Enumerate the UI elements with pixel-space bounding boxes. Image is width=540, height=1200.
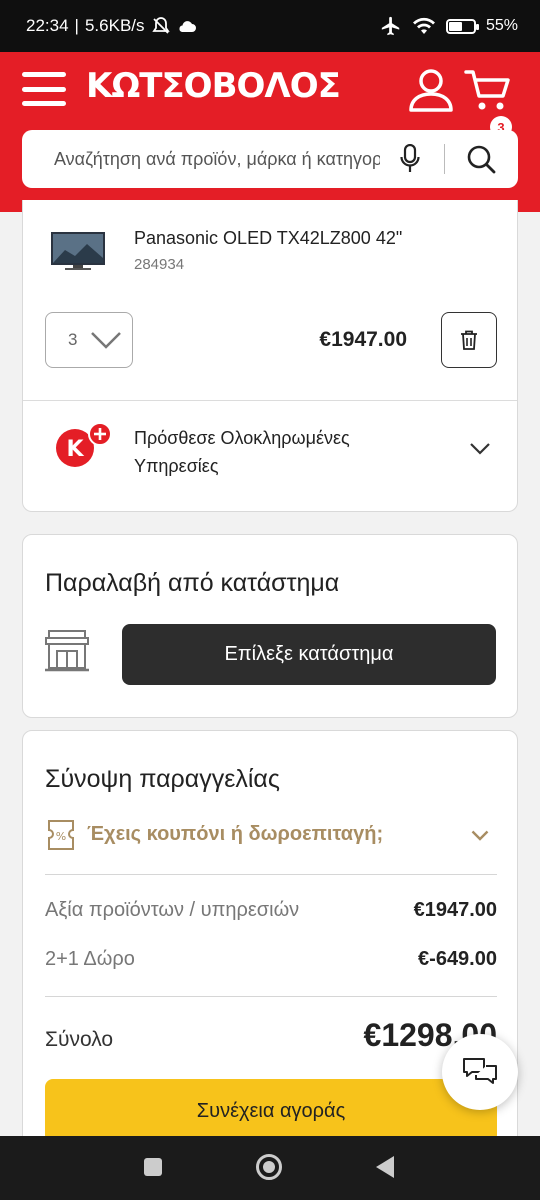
trash-icon: [461, 330, 477, 350]
chevron-down-icon: [91, 332, 121, 349]
summary-divider: [45, 874, 497, 875]
summary-row-label: Αξία προϊόντων / υπηρεσιών: [45, 899, 300, 921]
status-bar: 22:34 | 5.6KB/s 55%: [0, 0, 540, 52]
wifi-icon: [412, 17, 435, 34]
summary-total-row: Σύνολο €1298.00: [45, 1017, 497, 1054]
site-header: ΚΩΤΣΟΒΟΛΟΣ 3: [0, 52, 540, 212]
search-icon[interactable]: [466, 144, 496, 174]
summary-row-subtotal: Αξία προϊόντων / υπηρεσιών €1947.00: [45, 899, 497, 922]
total-label: Σύνολο: [45, 1028, 114, 1051]
cloud-icon: [178, 21, 196, 32]
order-summary-card: Σύνοψη παραγγελίας % Έχεις κουπόνι ή δωρ…: [22, 730, 518, 1150]
svg-text:%: %: [56, 830, 66, 843]
chat-button[interactable]: [442, 1034, 518, 1110]
continue-checkout-button[interactable]: Συνέχεια αγοράς: [45, 1079, 497, 1143]
brand-logo[interactable]: ΚΩΤΣΟΒΟΛΟΣ: [86, 66, 341, 106]
remove-item-button[interactable]: [441, 312, 497, 368]
product-price: €1947.00: [319, 328, 407, 351]
summary-row-label: 2+1 Δώρο: [45, 948, 135, 970]
coupon-toggle[interactable]: Έχεις κουπόνι ή δωροεπιταγή;: [87, 823, 383, 846]
add-services-toggle[interactable]: Πρόσθεσε Ολοκληρωμένες Υπηρεσίες: [134, 424, 434, 480]
store-pickup-card: Παραλαβή από κατάστημα Επίλεξε κατάστημα: [22, 534, 518, 718]
kplus-icon: K: [56, 422, 112, 467]
summary-divider: [45, 996, 497, 997]
svg-text:K: K: [66, 437, 84, 462]
chat-icon: [463, 1058, 497, 1084]
cart-icon[interactable]: [464, 68, 512, 112]
quantity-value: 3: [68, 330, 78, 349]
recents-button[interactable]: [144, 1158, 162, 1176]
menu-icon[interactable]: [22, 72, 66, 106]
system-nav-bar: [0, 1136, 540, 1200]
pickup-title: Παραλαβή από κατάστημα: [45, 569, 340, 597]
search-bar: [22, 130, 518, 188]
search-input[interactable]: [54, 148, 380, 170]
mute-icon: [151, 17, 170, 34]
mic-icon[interactable]: [400, 144, 420, 174]
summary-title: Σύνοψη παραγγελίας: [45, 765, 280, 793]
status-time: 22:34: [26, 16, 69, 35]
cart-item-card: Panasonic OLED TX42LZ800 42" 284934 3 €1…: [22, 200, 518, 512]
summary-row-value: €1947.00: [413, 899, 497, 921]
home-button[interactable]: [256, 1154, 282, 1180]
card-divider: [23, 400, 517, 401]
summary-row-discount: 2+1 Δώρο €-649.00: [45, 948, 497, 971]
user-icon[interactable]: [408, 68, 454, 112]
product-code: 284934: [134, 256, 185, 273]
quantity-select[interactable]: 3: [45, 312, 133, 368]
chevron-down-icon[interactable]: [471, 830, 489, 841]
search-divider: [444, 144, 445, 174]
choose-store-button[interactable]: Επίλεξε κατάστημα: [122, 624, 496, 685]
summary-row-value: €-649.00: [418, 948, 497, 970]
status-net-speed: 5.6KB/s: [84, 16, 145, 35]
battery-icon: [445, 18, 479, 34]
back-button[interactable]: [376, 1156, 394, 1178]
airplane-icon: [381, 16, 400, 36]
product-name[interactable]: Panasonic OLED TX42LZ800 42": [134, 228, 402, 249]
coupon-icon: %: [48, 820, 74, 850]
product-thumbnail[interactable]: [51, 232, 105, 272]
store-icon: [45, 630, 89, 672]
battery-percent: 55%: [485, 17, 518, 34]
chevron-down-icon[interactable]: [469, 442, 491, 456]
